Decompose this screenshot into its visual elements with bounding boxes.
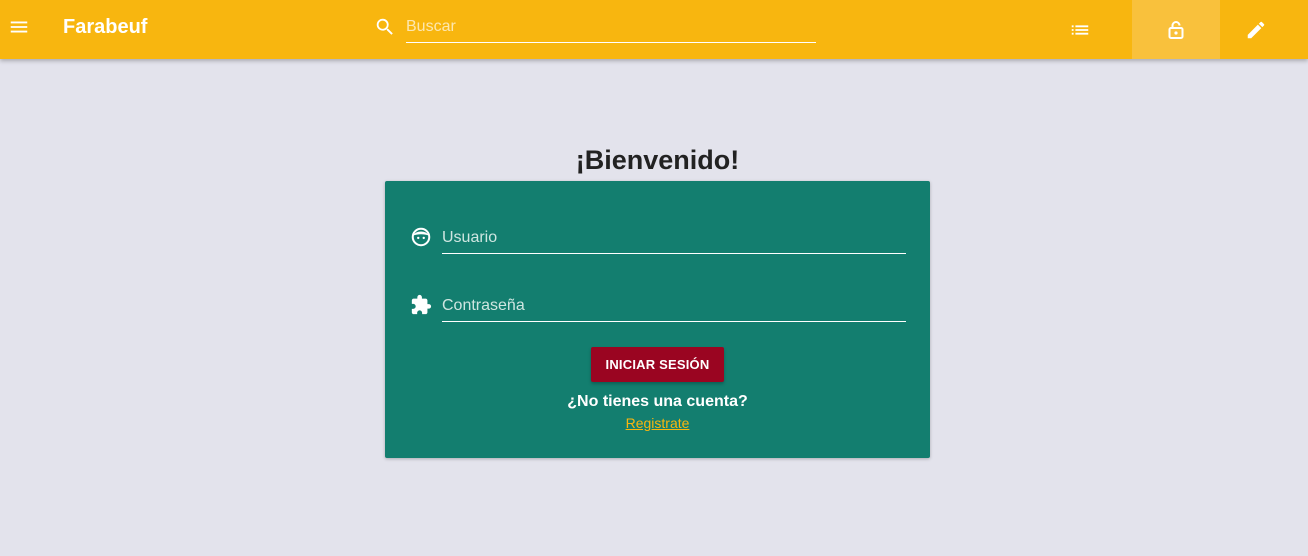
list-icon (1071, 24, 1089, 35)
face-icon (411, 227, 431, 247)
username-field[interactable] (442, 223, 906, 254)
menu-icon (10, 21, 28, 33)
register-link[interactable]: Registrate (626, 415, 690, 431)
search-input[interactable] (406, 12, 816, 43)
login-card: INICIAR SESIÓN ¿No tienes una cuenta? Re… (385, 181, 930, 458)
search-icon (376, 18, 393, 35)
login-button[interactable]: INICIAR SESIÓN (591, 347, 724, 382)
welcome-heading: ¡Bienvenido! (575, 145, 740, 175)
password-field[interactable] (442, 291, 906, 322)
no-account-text: ¿No tienes una cuenta? (567, 393, 748, 410)
login-nav-button[interactable] (1132, 0, 1220, 59)
menu-button[interactable] (0, 0, 38, 54)
list-button[interactable] (1036, 0, 1124, 59)
puzzle-icon (411, 294, 432, 315)
pencil-icon (1247, 21, 1265, 38)
register-link-wrapper: Registrate (385, 414, 930, 432)
lock-open-icon (1168, 20, 1184, 39)
top-app-bar: Farabeuf (0, 0, 1308, 59)
brand-title[interactable]: Farabeuf (63, 14, 147, 40)
edit-button[interactable] (1212, 0, 1300, 59)
